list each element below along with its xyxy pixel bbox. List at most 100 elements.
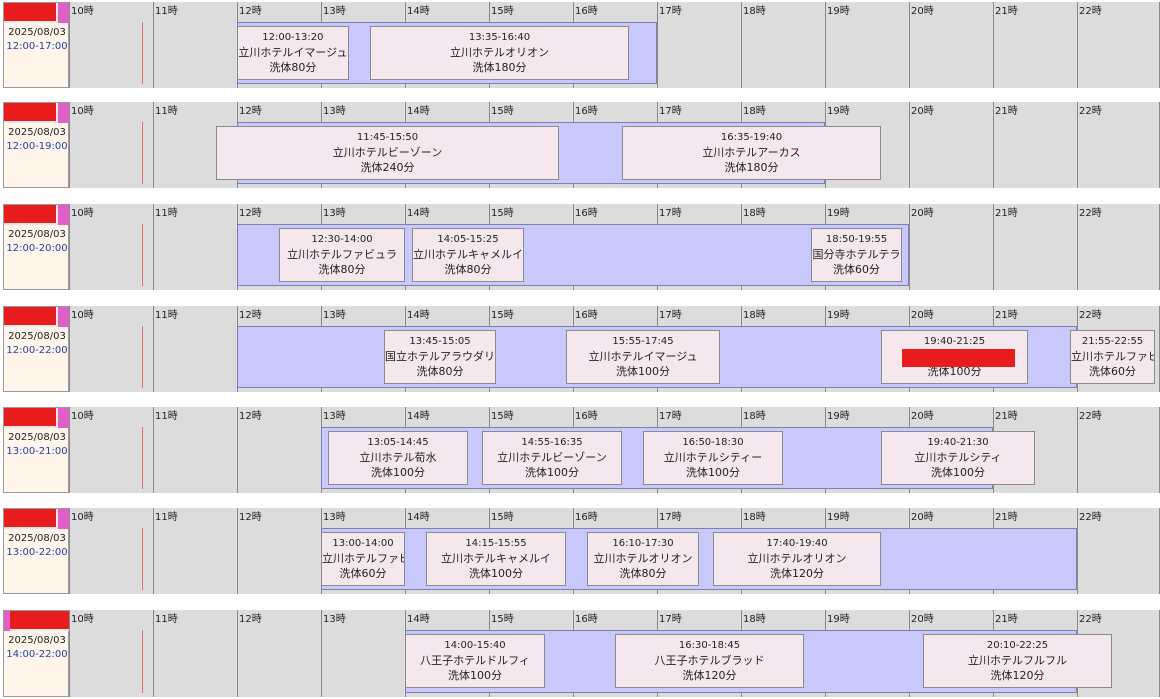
hour-label: 11時 [155,411,178,422]
hour-label: 15時 [491,310,514,321]
booking-hotel: 立川ホテルイマージュ [238,46,348,59]
hour-label: 22時 [1079,310,1102,321]
booking-hotel: 国立ホテルアラウダリ [385,350,495,363]
staff-name-tag[interactable] [4,408,70,428]
current-time-line [142,122,143,184]
hour-column: 11時 [153,306,237,392]
booking-card[interactable]: 17:40-19:40 立川ホテルオリオン 洗体120分 [713,532,882,586]
hour-label: 18時 [743,6,766,17]
staff-name-redacted [4,307,56,325]
hour-column: 22時 [1077,508,1160,594]
timeline-grid: 10時 11時 12時 13時 14時 15時 16時 17時 18時 19時 20時 21時 22時 1… [69,407,1160,493]
shift-hours: 12:00-20:00 [6,243,68,254]
booking-card[interactable]: 16:30-18:45 八王子ホテルブラッド 洗体120分 [615,634,804,688]
booking-hotel: 立川ホテルキャメルイ [412,248,523,261]
booking-duration: 洗体240分 [360,161,415,174]
hour-column: 10時 [69,204,153,290]
booking-card[interactable]: 16:50-18:30 立川ホテルシティー 洗体100分 [642,431,783,485]
booking-card[interactable]: 14:00-15:40 八王子ホテルドルフィ 洗体100分 [405,634,546,688]
shift-date: 2025/08/03 [8,229,66,240]
hour-label: 22時 [1079,208,1102,219]
booking-time: 11:45-15:50 [356,132,419,143]
staff-info-cell[interactable]: 2025/08/03 12:00-17:00 [3,2,70,88]
staff-row: 2025/08/03 12:00-17:00 10時 11時 12時 13時 14時 15時 1… [0,2,1160,88]
hour-label: 15時 [491,614,514,625]
booking-card[interactable]: 14:15-15:55 立川ホテルキャメルイ 洗体100分 [426,532,567,586]
staff-name-tag[interactable] [4,3,70,23]
timeline-grid: 10時 11時 12時 13時 14時 15時 16時 17時 18時 19時 20時 21時 22時 1… [69,204,1160,290]
hour-label: 15時 [491,411,514,422]
staff-name-redacted [4,205,56,223]
booking-hotel: 八王子ホテルブラッド [654,654,765,667]
booking-card[interactable]: 12:30-14:00 立川ホテルファビュラ 洗体80分 [279,228,405,282]
booking-hotel: 立川ホテルオリオン [593,552,693,565]
hour-label: 16時 [575,411,598,422]
hour-label: 12時 [239,512,262,523]
booking-duration: 洗体180分 [472,61,527,74]
hour-label: 15時 [491,208,514,219]
booking-card[interactable]: 21:55-22:55 立川ホテルファビ 洗体60分 [1070,330,1156,384]
booking-duration: 洗体120分 [990,669,1045,682]
staff-name-tag[interactable] [4,205,70,225]
staff-info-cell[interactable]: 2025/08/03 12:00-20:00 [3,204,70,290]
booking-card[interactable]: 19:40-21:25 洗体100分 [881,330,1029,384]
staff-info-cell[interactable]: 2025/08/03 12:00-19:00 [3,102,70,188]
staff-info-cell[interactable]: 2025/08/03 13:00-21:00 [3,407,70,493]
hour-label: 20時 [911,6,934,17]
hour-label: 18時 [743,512,766,523]
current-time-line [142,630,143,693]
booking-card[interactable]: 13:35-16:40 立川ホテルオリオン 洗体180分 [369,26,630,80]
hour-column: 12時 [237,508,321,594]
hour-label: 17時 [659,310,682,321]
hour-label: 16時 [575,614,598,625]
staff-name-tag[interactable] [4,103,70,123]
hour-column: 10時 [69,610,153,697]
shift-date: 2025/08/03 [8,127,66,138]
booking-hotel: 八王子ホテルドルフィ [420,654,530,667]
booking-time: 14:55-16:35 [521,437,583,448]
hour-label: 10時 [71,106,94,117]
hour-column: 11時 [153,610,237,697]
hour-column: 11時 [153,2,237,88]
booking-card[interactable]: 15:55-17:45 立川ホテルイマージュ 洗体100分 [566,330,720,384]
current-time-line [142,22,143,84]
staff-name-tag[interactable] [4,307,70,327]
booking-time: 21:55-22:55 [1081,336,1144,347]
booking-card[interactable]: 12:00-13:20 立川ホテルイマージュ 洗体80分 [237,26,349,80]
booking-card[interactable]: 14:55-16:35 立川ホテルビーゾーン 洗体100分 [482,431,622,485]
staff-info-cell[interactable]: 2025/08/03 14:00-22:00 [3,610,70,697]
shift-date: 2025/08/03 [8,533,66,544]
booking-time: 16:30-18:45 [678,640,741,651]
booking-time: 15:55-17:45 [612,336,674,347]
staff-info-cell[interactable]: 2025/08/03 13:00-22:00 [3,508,70,594]
booking-card[interactable]: 19:40-21:30 立川ホテルシティ 洗体100分 [881,431,1035,485]
booking-time: 16:50-18:30 [682,437,744,448]
staff-name-tag[interactable] [4,611,70,631]
booking-card[interactable]: 13:00-14:00 立川ホテルファビ 洗体60分 [321,532,405,586]
timeline-grid: 10時 11時 12時 13時 14時 15時 16時 17時 18時 19時 20時 21時 22時 1… [69,2,1160,88]
hour-column: 21時 [993,2,1077,88]
booking-time: 16:35-19:40 [720,132,783,143]
booking-card[interactable]: 14:05-15:25 立川ホテルキャメルイ 洗体80分 [411,228,525,282]
hour-label: 21時 [995,208,1018,219]
booking-card[interactable]: 20:10-22:25 立川ホテルフルフル 洗体120分 [923,634,1113,688]
current-time-line [142,528,143,590]
hour-label: 17時 [659,6,682,17]
staff-info-cell[interactable]: 2025/08/03 12:00-22:00 [3,306,70,392]
booking-card[interactable]: 13:05-14:45 立川ホテル荀水 洗体100分 [327,431,468,485]
hour-column: 20時 [909,102,993,188]
hour-label: 16時 [575,310,598,321]
hour-label: 20時 [911,208,934,219]
booking-card[interactable]: 16:10-17:30 立川ホテルオリオン 洗体80分 [587,532,699,586]
hour-label: 16時 [575,6,598,17]
booking-card[interactable]: 13:45-15:05 国立ホテルアラウダリ 洗体80分 [384,330,496,384]
booking-card[interactable]: 11:45-15:50 立川ホテルビーゾーン 洗体240分 [216,126,559,180]
hour-label: 22時 [1079,512,1102,523]
booking-card[interactable]: 16:35-19:40 立川ホテルアーカス 洗体180分 [621,126,882,180]
hour-label: 10時 [71,310,94,321]
booking-card[interactable]: 18:50-19:55 国分寺ホテルテラ 洗体60分 [810,228,903,282]
booking-hotel: 立川ホテルキャメルイ [441,552,551,565]
booking-time: 17:40-19:40 [766,538,828,549]
staff-name-tag[interactable] [4,509,70,529]
shift-hours: 14:00-22:00 [6,649,68,660]
